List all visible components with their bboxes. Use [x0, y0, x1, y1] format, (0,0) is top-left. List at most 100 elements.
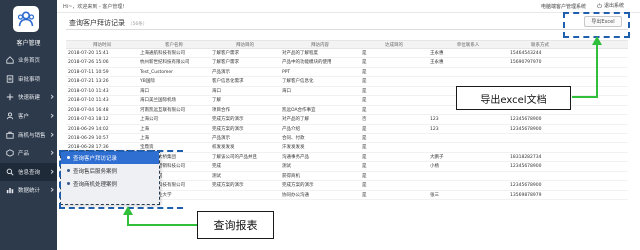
- sidebar-item-label: 快速新建: [18, 95, 41, 102]
- table-cell: 是: [362, 69, 367, 75]
- table-cell: 是: [362, 173, 367, 179]
- table-cell: [280, 96, 360, 104]
- sidebar-item-label: 客户: [18, 114, 30, 121]
- record-count: （56条）: [128, 22, 148, 27]
- table-cell: [572, 68, 628, 76]
- table-cell: 2018-07-20 15:41: [68, 51, 109, 56]
- table-cell: [572, 191, 628, 199]
- table-cell: 产品演示: [212, 135, 230, 141]
- table-cell: [572, 87, 628, 95]
- table-cell: 合同、付款: [282, 135, 305, 141]
- column-header: 单位联系人: [456, 43, 480, 48]
- column-header: 联系方式: [531, 43, 549, 48]
- table-cell: 2018-07-11 10:59: [68, 69, 109, 75]
- sidebar-item-1[interactable]: 审批事项: [0, 70, 57, 89]
- table-cell: 是: [362, 135, 367, 141]
- sidebar-item-label: 商机与销售: [18, 132, 46, 139]
- welcome-text: Hi~，欢迎来到 - 客户管理!: [63, 4, 125, 10]
- table-cell: [508, 172, 572, 180]
- table-cell: 海口: [140, 88, 149, 94]
- sidebar-item-6[interactable]: 信息查询: [0, 162, 57, 182]
- sidebar: 客户管理 业务首页审批事项快速新建客户商机与销售产品信息查询数据统计: [0, 0, 57, 250]
- table-cell: [572, 143, 628, 151]
- table-cell: 15464543244: [510, 51, 542, 56]
- table-row[interactable]: 2018-07-20 15:41 上海通航科技有限公司 了解客户需求 对产品的了解程度…: [66, 49, 628, 59]
- table-cell: 了解客户需求: [212, 60, 239, 66]
- table-cell: [572, 49, 628, 57]
- table-cell: 上海: [140, 135, 149, 141]
- table-cell: 了解: [212, 98, 221, 104]
- table-cell: 张三: [430, 192, 439, 198]
- table-cell: 15690797970: [510, 60, 542, 66]
- table-row[interactable]: 2018-07-03 18:12 上海公司 完成方案的演示 对产品的了解 否 123 123…: [66, 115, 628, 125]
- table-cell: 12345678900: [510, 117, 542, 123]
- column-header: 达成目的: [385, 43, 403, 48]
- table-cell: [508, 77, 572, 85]
- approval-icon: [6, 75, 14, 83]
- column-header: 拜访内容: [311, 43, 329, 48]
- table-cell: 王永惠: [430, 60, 444, 66]
- chart-icon: [6, 186, 14, 194]
- home-icon: [6, 56, 14, 64]
- table-cell: 完成方案的演示: [212, 126, 244, 132]
- table-cell: 上海: [140, 126, 149, 132]
- sidebar-item-5[interactable]: 产品: [0, 144, 57, 163]
- table-cell: [572, 134, 628, 142]
- table-cell: [428, 134, 508, 142]
- table-row[interactable]: 2018-06-29 10:57 上海 产品演示 合同、付款 是: [66, 134, 628, 144]
- table-cell: [572, 106, 628, 114]
- logout-link[interactable]: 退出系统: [597, 2, 624, 9]
- sidebar-item-label: 产品: [18, 151, 30, 158]
- table-cell: 海口: [212, 88, 221, 94]
- title-divider: [66, 29, 628, 30]
- table-cell: 是: [362, 88, 367, 94]
- export-highlight-box: [563, 12, 630, 38]
- table-cell: 2018-07-21 13:26: [68, 79, 109, 85]
- table-cell: 完成方案的演示: [282, 183, 314, 189]
- sidebar-item-7[interactable]: 数据统计: [0, 181, 57, 200]
- sidebar-item-label: 业务首页: [18, 58, 41, 65]
- column-header: [572, 41, 628, 48]
- sidebar-item-label: 审批事项: [18, 76, 41, 83]
- table-row[interactable]: 2018-06-29 14:02 上海 完成方案的演示 产品介绍 是 123 1234567…: [66, 125, 628, 134]
- table-row[interactable]: 2018-07-11 10:59 Test_Customer 产品演示 PPT 是: [66, 68, 628, 78]
- table-cell: 测试: [282, 164, 291, 170]
- table-cell: 18318282734: [510, 154, 542, 160]
- table-cell: 2018-07-10 11:43: [68, 98, 109, 104]
- table-cell: [572, 125, 628, 133]
- table-cell: [572, 96, 628, 104]
- table-cell: [210, 191, 280, 199]
- sidebar-nav: 业务首页审批事项快速新建客户商机与销售产品信息查询数据统计: [0, 51, 57, 200]
- sidebar-item-label: 信息查询: [18, 169, 41, 176]
- system-label: 电脑端客户管理系统: [541, 4, 587, 10]
- table-cell: 是: [362, 192, 367, 198]
- table-cell: 杭州新世纪科技有限公司: [140, 60, 190, 66]
- logout-label: 退出系统: [604, 3, 625, 9]
- app-name: 客户管理: [16, 40, 41, 47]
- table-cell: 2018-07-26 15:06: [68, 60, 109, 66]
- table-cell: 产品中的功能模块的使用: [282, 60, 332, 66]
- table-cell: [508, 68, 572, 76]
- chevron-right-icon: [49, 150, 54, 156]
- query-report-callout: 查询报表: [197, 211, 274, 239]
- sidebar-item-4[interactable]: 商机与销售: [0, 125, 57, 144]
- table-cell: 了解客户信息化: [282, 79, 314, 85]
- table-cell: [428, 68, 508, 76]
- sidebar-item-0[interactable]: 业务首页: [0, 51, 57, 70]
- table-cell: 权发发发发: [212, 145, 235, 151]
- table-cell: 2018-07-03 18:12: [68, 117, 109, 123]
- table-cell: 项目合作: [212, 107, 230, 113]
- table-cell: 海口: [282, 88, 291, 94]
- table-cell: 完成: [212, 164, 221, 170]
- table-cell: 2018-07-04 16:48: [68, 107, 109, 113]
- table-cell: 产品演示: [212, 69, 230, 75]
- table-cell: [572, 181, 628, 189]
- table-cell: 上海通航科技有限公司: [140, 51, 185, 56]
- table-row[interactable]: 2018-07-26 15:06 杭州新世纪科技有限公司 了解客户需求 产品中的功能模…: [66, 58, 628, 68]
- chevron-right-icon: [49, 113, 54, 118]
- sidebar-item-3[interactable]: 客户: [0, 107, 57, 126]
- sidebar-item-2[interactable]: 快速新建: [0, 88, 57, 107]
- table-cell: 是: [362, 107, 367, 113]
- table-cell: YB国际: [140, 79, 155, 85]
- table-cell: 是: [362, 164, 367, 170]
